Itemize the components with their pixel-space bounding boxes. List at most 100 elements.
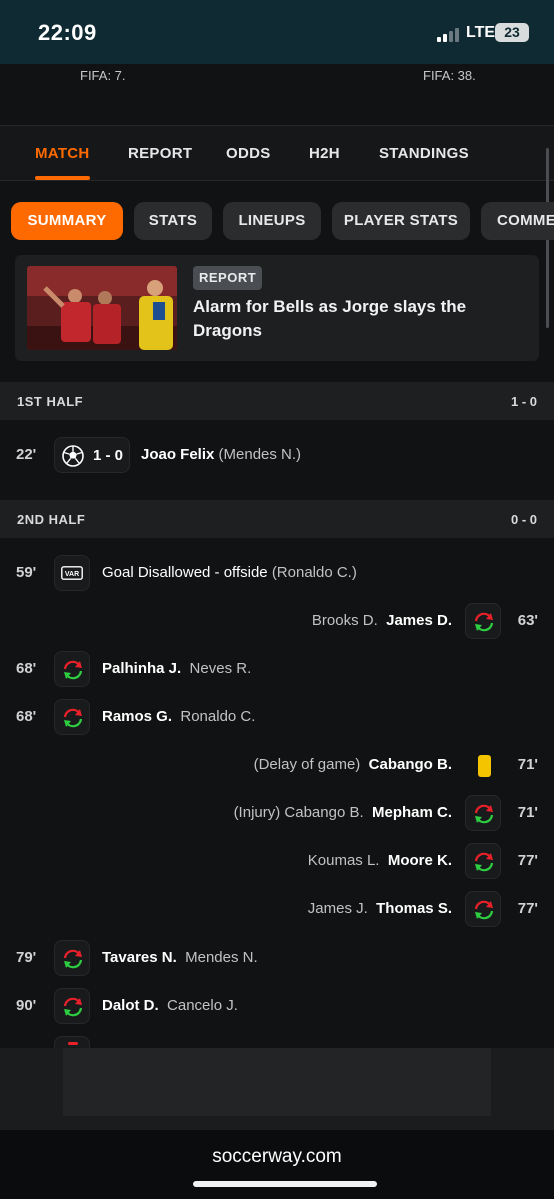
signal-icon [437, 26, 463, 42]
status-time: 22:09 [38, 20, 97, 45]
event-text: Goal Disallowed - offside (Ronaldo C.) [102, 564, 357, 581]
event-minute: 68' [16, 660, 37, 677]
event-minute: 90' [16, 997, 37, 1014]
booked-player: Cabango B. [368, 756, 452, 773]
substitution-icon [465, 891, 501, 927]
event-minute: 63' [517, 612, 538, 629]
player-out: Neves R. [189, 660, 252, 677]
tab-match[interactable]: MATCH [35, 145, 90, 162]
event-description: Goal Disallowed - offside [102, 564, 268, 581]
player-in: Ramos G. [102, 708, 173, 725]
substitution-icon [54, 699, 90, 735]
player-in: Palhinha J. [102, 660, 182, 677]
var-icon: VAR [54, 555, 90, 591]
second-half-header: 2ND HALF 0 - 0 [0, 500, 554, 538]
event-row[interactable]: 68' Palhinha J. Neves R. [0, 649, 554, 689]
card-reason: (Delay of game) [253, 756, 361, 773]
event-text: (Injury) Cabango B. Mepham C. [234, 804, 452, 821]
tab-odds[interactable]: ODDS [226, 145, 271, 162]
event-row[interactable]: 68' Ramos G. Ronaldo C. [0, 697, 554, 737]
home-indicator[interactable] [193, 1181, 377, 1187]
half-score: 1 - 0 [510, 394, 537, 409]
main-tab-bar: MATCH REPORT ODDS H2H STANDINGS [0, 125, 554, 181]
subtab-stats[interactable]: STATS [134, 202, 212, 240]
player-in: Tavares N. [102, 949, 177, 966]
event-minute: 71' [517, 804, 538, 821]
event-text: Brooks D. James D. [312, 612, 452, 629]
event-text: James J. Thomas S. [308, 900, 452, 917]
report-card[interactable]: REPORT Alarm for Bells as Jorge slays th… [15, 255, 539, 361]
subtab-summary[interactable]: SUMMARY [11, 202, 123, 240]
event-row[interactable]: Koumas L. Moore K. 77' [0, 841, 554, 881]
report-thumbnail [27, 266, 177, 350]
player-out: Brooks D. [311, 612, 378, 629]
ad-slot[interactable] [63, 1048, 491, 1116]
event-minute: 71' [517, 756, 538, 773]
active-tab-underline [35, 176, 90, 180]
soccer-ball-icon [62, 445, 84, 467]
event-text: Dalot D. Cancelo J. [102, 997, 238, 1014]
status-bar: 22:09 LTE 23 [0, 0, 554, 64]
half-label: 2ND HALF [17, 512, 86, 527]
subtab-player-stats[interactable]: PLAYER STATS [332, 202, 470, 240]
player-out: Cancelo J. [167, 997, 238, 1014]
report-badge: REPORT [193, 266, 263, 290]
substitution-icon [54, 988, 90, 1024]
goal-score: 1 - 0 [93, 447, 124, 464]
player-in: Thomas S. [376, 900, 452, 917]
event-minute: 22' [16, 446, 37, 463]
event-assist: (Mendes N.) [218, 446, 302, 463]
half-score: 0 - 0 [510, 512, 537, 527]
substitution-icon [54, 651, 90, 687]
event-minute: 77' [517, 852, 538, 869]
subtab-lineups[interactable]: LINEUPS [223, 202, 321, 240]
event-text: Ramos G. Ronaldo C. [102, 708, 255, 725]
substitution-icon [54, 1036, 90, 1048]
event-row[interactable]: 79' Tavares N. Mendes N. [0, 938, 554, 978]
browser-footer: soccerway.com [0, 1130, 554, 1199]
event-minute: 59' [16, 564, 37, 581]
report-title[interactable]: Alarm for Bells as Jorge slays the Drago… [193, 295, 513, 343]
ad-banner[interactable] [0, 1048, 554, 1130]
event-minute: 68' [16, 708, 37, 725]
player-in: Moore K. [387, 852, 452, 869]
event-player: Joao Felix [141, 446, 215, 463]
network-label: LTE [466, 24, 496, 41]
event-row[interactable]: (Delay of game) Cabango B. 71' [0, 745, 554, 785]
substitution-icon [465, 795, 501, 831]
site-url[interactable]: soccerway.com [0, 1146, 554, 1168]
event-text: Tavares N. Mendes N. [102, 949, 258, 966]
event-player: (Ronaldo C.) [271, 564, 357, 581]
event-row[interactable]: 90' Dalot D. Cancelo J. [0, 986, 554, 1026]
tab-h2h[interactable]: H2H [309, 145, 340, 162]
event-row[interactable]: Brooks D. James D. 63' [0, 601, 554, 641]
home-fifa-rank: FIFA: 7. [80, 68, 126, 83]
event-text: (Delay of game) Cabango B. [254, 756, 452, 773]
substitution-icon [54, 940, 90, 976]
player-out: Ronaldo C. [180, 708, 256, 725]
tab-report[interactable]: REPORT [128, 145, 192, 162]
player-in: James D. [386, 612, 452, 629]
first-half-header: 1ST HALF 1 - 0 [0, 382, 554, 420]
substitution-icon [465, 843, 501, 879]
player-in: Dalot D. [102, 997, 159, 1014]
away-fifa-rank: FIFA: 38. [423, 68, 476, 83]
event-text: Joao Felix (Mendes N.) [141, 446, 301, 463]
goal-badge: 1 - 0 [54, 437, 130, 473]
tab-standings[interactable]: STANDINGS [379, 145, 469, 162]
half-label: 1ST HALF [17, 394, 84, 409]
event-row[interactable]: (Injury) Cabango B. Mepham C. 71' [0, 793, 554, 833]
player-out: Mendes N. [185, 949, 258, 966]
event-row[interactable]: 22' 1 - 0 Joao Felix (Mendes N.) [0, 435, 554, 475]
event-minute: 77' [517, 900, 538, 917]
player-in: Mepham C. [371, 804, 452, 821]
svg-text:VAR: VAR [65, 571, 79, 578]
yellow-card-icon [465, 747, 501, 783]
event-row[interactable]: James J. Thomas S. 77' [0, 889, 554, 929]
player-out: James J. [307, 900, 368, 917]
event-row[interactable]: 59' VAR Goal Disallowed - offside (Ronal… [0, 553, 554, 593]
player-out: (Injury) Cabango B. [233, 804, 364, 821]
subtab-commentary[interactable]: COMME [481, 202, 554, 240]
event-text: Palhinha J. Neves R. [102, 660, 251, 677]
event-text: Koumas L. Moore K. [308, 852, 452, 869]
